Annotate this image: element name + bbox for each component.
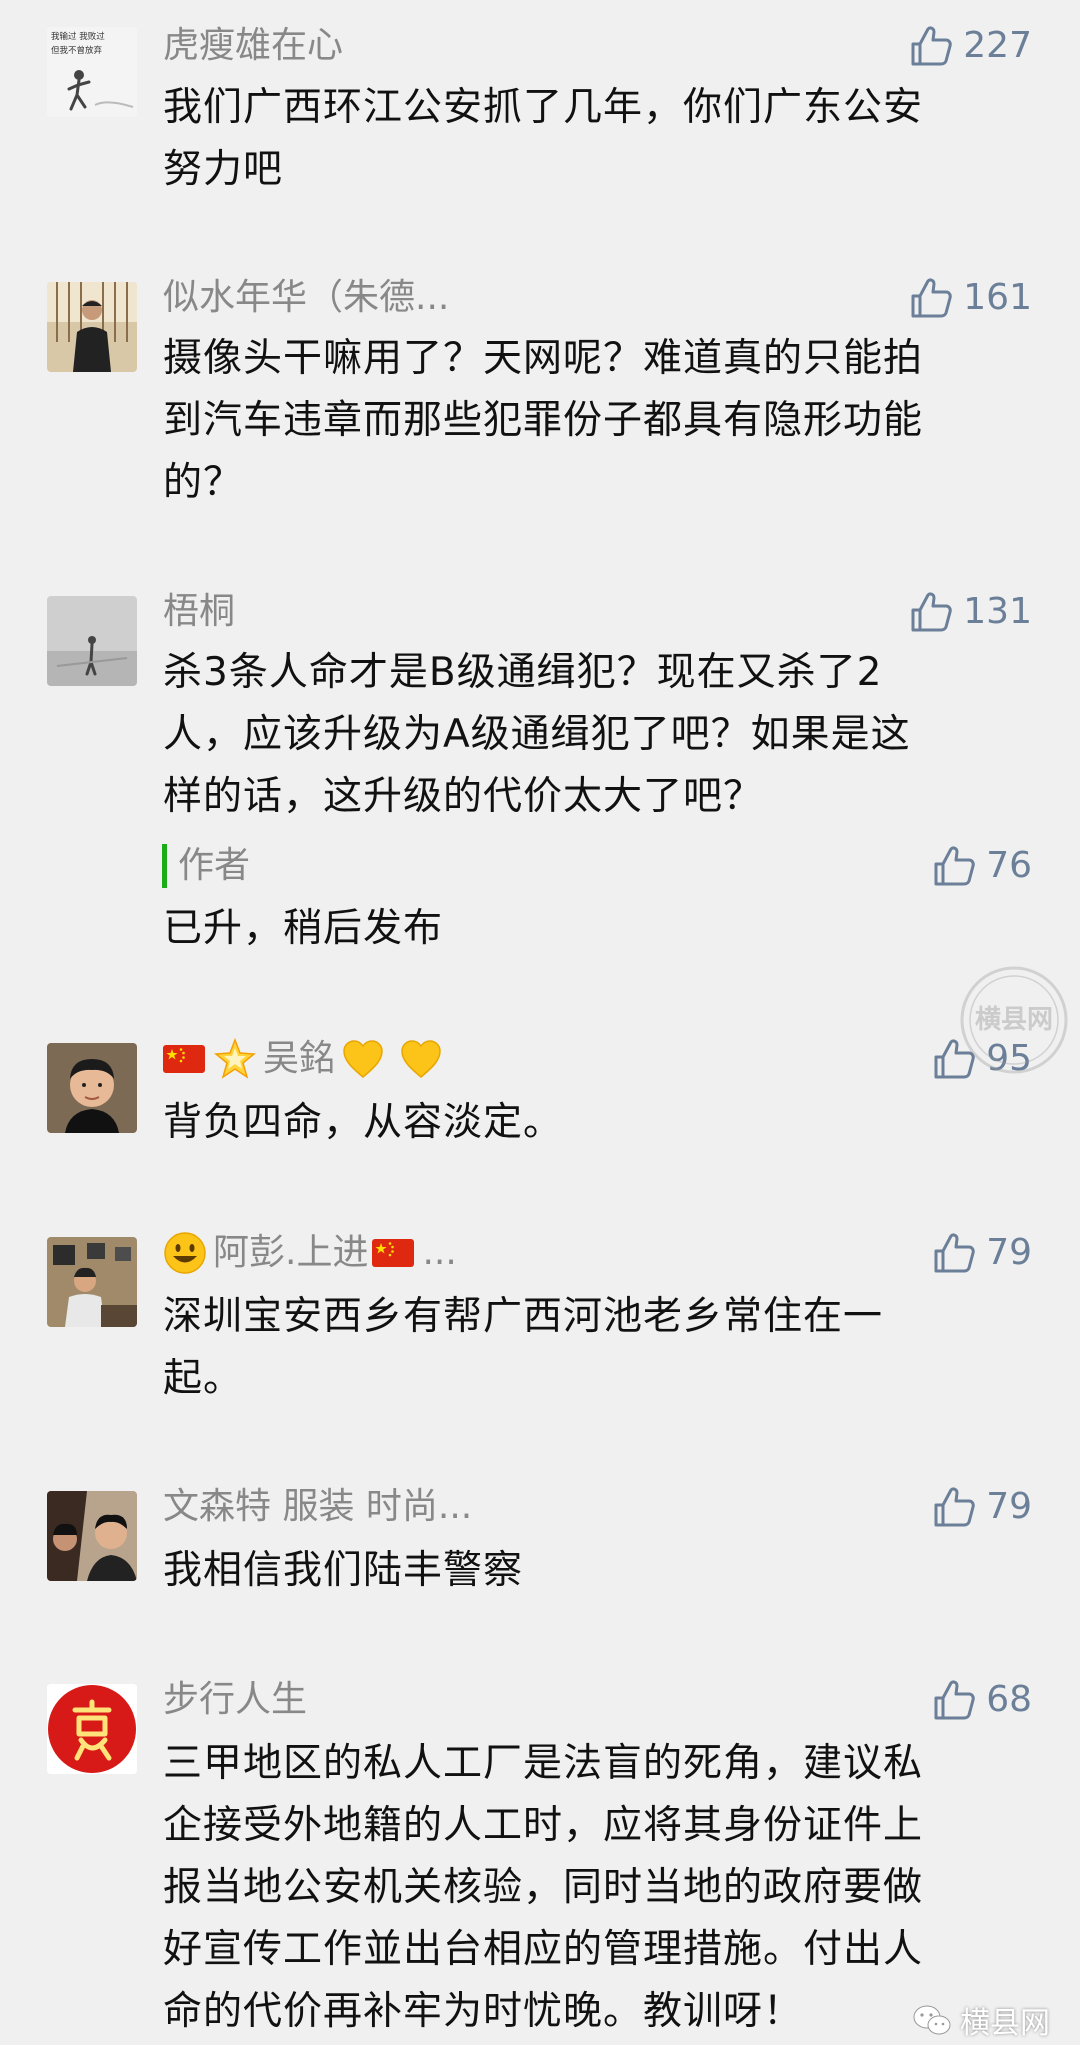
- avatar[interactable]: 我输过 我败过 但我不曾放弃: [47, 27, 137, 117]
- avatar[interactable]: [47, 596, 137, 686]
- comment-line: 摄像头干嘛用了？天网呢？难道真的只能拍: [163, 336, 924, 381]
- thumbs-up-icon: [909, 276, 953, 320]
- comment-line: 已升，稍后发布: [163, 906, 444, 951]
- wechat-icon: [913, 2005, 951, 2035]
- avatar[interactable]: [47, 1043, 137, 1133]
- thumbs-up-icon: [909, 590, 953, 634]
- nickname[interactable]: 文森特 服装 时尚...: [163, 1481, 472, 1533]
- comment-line: 企接受外地籍的人工时，应将其身份证件上: [163, 1803, 924, 1848]
- avatar[interactable]: [47, 282, 137, 372]
- like-count: 131: [963, 591, 1032, 632]
- nickname[interactable]: 梧桐: [163, 586, 235, 638]
- comment-line: 深圳宝安西乡有帮广西河池老乡常住在一: [163, 1294, 884, 1339]
- comment-line: 杀3条人命才是B级通缉犯？现在又杀了2: [163, 650, 883, 695]
- yellow-heart-icon: [341, 1037, 385, 1081]
- comment-text: 三甲地区的私人工厂是法盲的死角，建议私 企接受外地籍的人工时，应将其身份证件上 …: [163, 1733, 1043, 2043]
- comment-text: 杀3条人命才是B级通缉犯？现在又杀了2 人，应该升级为A级通缉犯了吧？如果是这 …: [163, 642, 1043, 828]
- like-button[interactable]: 131: [909, 586, 1032, 638]
- like-button[interactable]: 161: [909, 272, 1032, 324]
- comment-line: 我们广西环江公安抓了几年，你们广东公安: [163, 85, 924, 130]
- like-button[interactable]: 79: [932, 1481, 1032, 1533]
- comment-line: 好宣传工作並出台相应的管理措施。付出人: [163, 1927, 924, 1972]
- thumbs-up-icon: [909, 24, 953, 68]
- thumbs-up-icon: [932, 1485, 976, 1529]
- nickname[interactable]: 吴銘: [163, 1033, 449, 1085]
- comment-line: 三甲地区的私人工厂是法盲的死角，建议私: [163, 1741, 924, 1786]
- comment-text: 我相信我们陆丰警察: [163, 1540, 1043, 1602]
- like-button[interactable]: 68: [932, 1674, 1032, 1726]
- thumbs-up-icon: [932, 1231, 976, 1275]
- comment-text: 我们广西环江公安抓了几年，你们广东公安 努力吧: [163, 77, 1043, 201]
- comment-line: 努力吧: [163, 147, 284, 192]
- china-flag-icon: [372, 1239, 414, 1267]
- nickname-text: 阿彭.上进: [213, 1232, 369, 1273]
- watermark-seal-icon: 横县网: [960, 966, 1068, 1074]
- glowing-star-icon: [213, 1037, 257, 1081]
- nickname-ellipsis: ...: [422, 1232, 457, 1273]
- like-count: 76: [986, 845, 1032, 886]
- nickname[interactable]: 阿彭.上进 ...: [163, 1227, 457, 1279]
- avatar-caption: 我输过 我败过: [51, 31, 105, 42]
- smiley-face-icon: [163, 1231, 207, 1275]
- like-button[interactable]: 79: [932, 1227, 1032, 1279]
- thumbs-up-icon: [932, 844, 976, 888]
- like-count: 227: [963, 25, 1032, 66]
- avatar[interactable]: [47, 1684, 137, 1774]
- like-button[interactable]: 227: [909, 20, 1032, 72]
- comment-line: 的？: [163, 460, 244, 505]
- watermark-brand: 横县网: [912, 1998, 1050, 2042]
- nickname[interactable]: 步行人生: [163, 1674, 307, 1726]
- like-count: 161: [963, 277, 1032, 318]
- watermark-seal-text: 横县网: [975, 1005, 1053, 1035]
- thumbs-up-icon: [932, 1678, 976, 1722]
- comment-line: 报当地公安机关核验，同时当地的政府要做: [163, 1865, 924, 1910]
- nickname-text: 吴銘: [263, 1038, 336, 1079]
- china-flag-icon: [163, 1045, 205, 1073]
- yellow-heart-icon: [399, 1037, 443, 1081]
- comment-text: 摄像头干嘛用了？天网呢？难道真的只能拍 到汽车违章而那些犯罪份子都具有隐形功能 …: [163, 328, 1043, 514]
- avatar[interactable]: [47, 1237, 137, 1327]
- like-count: 79: [986, 1486, 1032, 1527]
- comment-line: 我相信我们陆丰警察: [163, 1548, 524, 1593]
- comment-line: 背负四命，从容淡定。: [163, 1100, 564, 1145]
- comment-text: 背负四命，从容淡定。: [163, 1092, 1043, 1154]
- avatar-caption: 但我不曾放弃: [51, 45, 103, 56]
- watermark-brand-text: 横县网: [960, 2006, 1050, 2041]
- avatar[interactable]: [47, 1491, 137, 1581]
- author-reply-marker: [162, 844, 167, 888]
- comment-line: 起。: [163, 1356, 244, 1401]
- comment-line: 到汽车违章而那些犯罪份子都具有隐形功能: [163, 398, 924, 443]
- author-reply-text: 已升，稍后发布: [163, 898, 1043, 960]
- nickname[interactable]: 似水年华（朱德...: [163, 272, 449, 324]
- like-count: 68: [986, 1679, 1032, 1720]
- comment-text: 深圳宝安西乡有帮广西河池老乡常住在一 起。: [163, 1286, 1043, 1410]
- author-reply-label: 作者: [178, 845, 251, 886]
- like-count: 79: [986, 1232, 1032, 1273]
- nickname[interactable]: 虎瘦雄在心: [163, 20, 343, 72]
- reply-like-button[interactable]: 76: [932, 840, 1032, 892]
- comment-line: 样的话，这升级的代价太大了吧？: [163, 774, 764, 819]
- comment-line: 命的代价再补牢为时忧晚。教训呀！: [163, 1989, 804, 2034]
- comment-line: 人，应该升级为A级通缉犯了吧？如果是这: [163, 712, 911, 757]
